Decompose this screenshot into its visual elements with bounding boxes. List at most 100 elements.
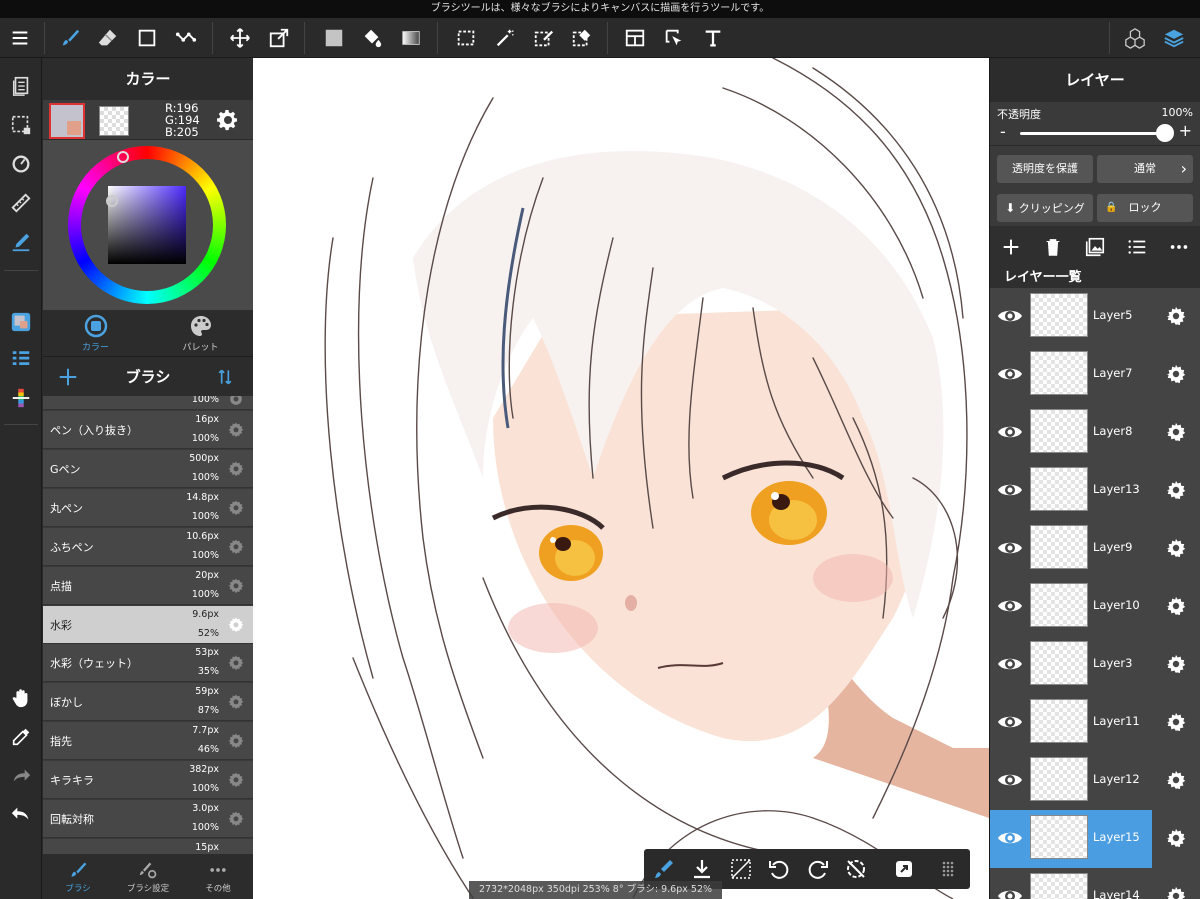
brush-settings-gear-icon[interactable] [226,575,246,595]
visibility-eye-icon[interactable] [997,595,1023,617]
brush-settings-gear-icon[interactable] [226,691,246,711]
visibility-eye-icon[interactable] [997,537,1023,559]
sub-color-swatch[interactable] [99,106,129,136]
lock-button[interactable]: 🔒 ロック [1097,194,1193,222]
layer-settings-gear-icon[interactable] [1165,305,1187,327]
selection-icon[interactable] [7,111,35,139]
brush-settings-gear-icon[interactable] [226,419,246,439]
opacity-slider-knob[interactable] [1156,124,1174,142]
brush-settings-gear-icon[interactable] [226,769,246,789]
brush-row[interactable]: ふちペン 10.6px 100% [43,527,253,566]
bucket-tool-icon[interactable] [358,24,386,52]
layer-row[interactable]: Layer14 [990,868,1200,899]
brush-row-partial[interactable]: 100% [43,396,253,410]
brush-row[interactable]: 水彩（ウェット） 53px 35% [43,644,253,683]
color-panel-icon[interactable] [7,308,35,336]
select-eraser-icon[interactable] [568,24,596,52]
rotate-canvas-icon[interactable] [7,150,35,178]
clipping-button[interactable]: ⬇ クリッピング [997,194,1093,222]
visibility-eye-icon[interactable] [997,769,1023,791]
brush-row[interactable]: 丸ペン 14.8px 100% [43,488,253,527]
deselect-brush-icon[interactable] [652,857,676,881]
rotate-right-icon[interactable] [806,857,830,881]
correction-pen-icon[interactable] [7,228,35,256]
select-pen-icon[interactable] [530,24,558,52]
transform-tool-icon[interactable] [265,24,293,52]
add-layer-icon[interactable] [1000,236,1022,258]
menu-icon[interactable] [6,24,34,52]
gradient-tool-icon[interactable] [397,24,425,52]
magic-wand-icon[interactable] [491,24,519,52]
brush-list-icon[interactable] [7,346,35,374]
brush-settings-gear-icon[interactable] [226,396,246,409]
layer-row[interactable]: Layer12 [990,752,1200,810]
fill-color-icon[interactable] [320,24,348,52]
tab-brush-settings[interactable]: ブラシ設定 [113,860,183,894]
opacity-plus-button[interactable]: + [1179,121,1192,140]
edit-shortcut-icon[interactable] [892,857,916,881]
layer-settings-gear-icon[interactable] [1165,827,1187,849]
rotate-left-icon[interactable] [767,857,791,881]
operation-tool-icon[interactable] [660,24,688,52]
layer-row[interactable]: Layer9 [990,520,1200,578]
brush-row[interactable]: 回転対称 3.0px 100% [43,800,253,838]
layer-row[interactable]: Layer8 [990,404,1200,462]
delete-layer-icon[interactable] [1042,236,1064,258]
brush-row[interactable]: ペン（入り抜き） 16px 100% [43,411,253,449]
drag-handle-icon[interactable] [936,857,960,881]
brush-settings-gear-icon[interactable] [226,614,246,634]
layer-row[interactable]: Layer13 [990,462,1200,520]
layer-row[interactable]: Layer11 [990,694,1200,752]
visibility-eye-icon[interactable] [997,305,1023,327]
drawing-canvas[interactable] [253,58,989,899]
brush-settings-gear-icon[interactable] [226,652,246,672]
brush-settings-gear-icon[interactable] [226,458,246,478]
brush-row[interactable]: 指先 7.7px 46% [43,722,253,761]
protect-alpha-button[interactable]: 透明度を保護 [997,155,1093,183]
layers-icon[interactable] [1160,24,1188,52]
move-tool-icon[interactable] [226,24,254,52]
redo-icon[interactable] [7,762,35,790]
layer-row[interactable]: Layer7 [990,346,1200,404]
saturation-value-square[interactable] [108,186,186,264]
opacity-minus-button[interactable]: - [1000,122,1006,141]
line-tool-icon[interactable] [172,24,200,52]
layer-settings-gear-icon[interactable] [1165,479,1187,501]
brush-row[interactable]: Gペン 500px 100% [43,449,253,488]
text-tool-icon[interactable] [699,24,727,52]
visibility-eye-icon[interactable] [997,363,1023,385]
brush-settings-gear-icon[interactable] [226,730,246,750]
layer-settings-gear-icon[interactable] [1165,537,1187,559]
palette-strip-icon[interactable] [7,384,35,412]
layer-settings-gear-icon[interactable] [1165,421,1187,443]
ruler-icon[interactable] [7,189,35,217]
brush-row[interactable]: 点描 20px 100% [43,566,253,605]
frame-divide-icon[interactable] [621,24,649,52]
eraser-tool-icon[interactable] [94,24,122,52]
brush-row[interactable]: キラキラ 382px 100% [43,761,253,800]
brush-row[interactable]: 水彩 9.6px 52% [43,605,253,644]
hue-knob[interactable] [117,151,129,163]
visibility-eye-icon[interactable] [997,653,1023,675]
reset-rotation-icon[interactable] [844,857,868,881]
more-options-icon[interactable] [1168,236,1190,258]
clear-layer-icon[interactable] [729,857,753,881]
visibility-eye-icon[interactable] [997,711,1023,733]
materials-icon[interactable] [1121,24,1149,52]
color-settings-gear-icon[interactable] [216,108,240,132]
hand-icon[interactable] [7,684,35,712]
visibility-eye-icon[interactable] [997,479,1023,501]
layer-settings-gear-icon[interactable] [1165,885,1187,899]
brush-settings-gear-icon[interactable] [226,536,246,556]
undo-icon[interactable] [7,800,35,828]
brush-settings-gear-icon[interactable] [226,497,246,517]
opacity-slider-track[interactable] [1020,132,1165,135]
sort-brushes-icon[interactable] [215,367,235,387]
layer-row[interactable]: Layer5 [990,288,1200,346]
eyedropper-icon[interactable] [7,723,35,751]
visibility-eye-icon[interactable] [997,827,1023,849]
layer-row[interactable]: Layer10 [990,578,1200,636]
layer-row[interactable]: Layer3 [990,636,1200,694]
select-rect-icon[interactable] [452,24,480,52]
shape-tool-icon[interactable] [133,24,161,52]
